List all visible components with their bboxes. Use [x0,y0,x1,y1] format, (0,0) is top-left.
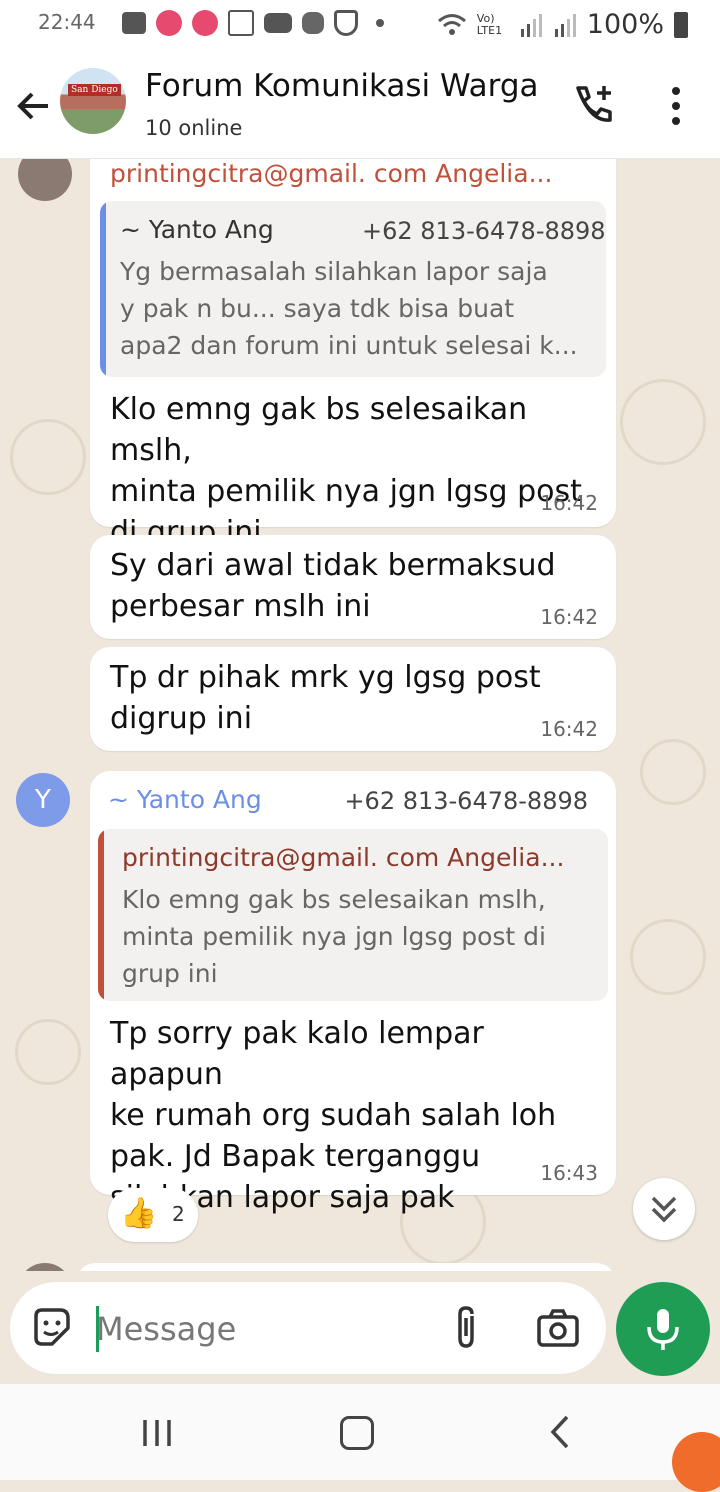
message-line: Tp dr pihak mrk yg lgsg post [110,660,541,695]
camera-icon[interactable] [536,1308,580,1348]
app-notification-icon [156,10,182,36]
home-icon[interactable] [340,1416,374,1450]
quote-line: minta pemilik nya jgn lgsg post di [122,922,546,951]
youtube-icon [264,13,292,33]
quoted-message[interactable]: printingcitra@gmail. com Angelia... Klo … [98,829,608,1001]
quote-line: grup ini [122,959,218,988]
message-text: Sy dari awal tidak bermaksud perbesar ms… [110,545,590,627]
sticker-icon[interactable] [30,1306,72,1348]
mic-icon [647,1309,679,1350]
status-right: Vo) LTE1 100% [437,9,688,40]
quote-line: y pak n bu... saya tdk bisa buat [120,294,515,323]
message-bubble[interactable] [76,1263,616,1271]
message-notification-icon [122,12,146,34]
status-time: 22:44 [38,10,96,34]
message-time: 16:42 [540,605,598,629]
reaction-badge[interactable]: 👍 2 [108,1188,198,1242]
message-time: 16:43 [540,1161,598,1185]
quote-sender: printingcitra@gmail. com Angelia... [122,843,565,872]
notification-icons [122,10,384,36]
message-line: Klo emng gak bs selesaikan mslh, [110,392,528,468]
message-time: 16:42 [540,717,598,741]
message-line: Tp sorry pak kalo lempar apapun [110,1016,484,1092]
signal-icon [520,13,542,37]
quote-line: Klo emng gak bs selesaikan mslh, [122,885,546,914]
group-title[interactable]: Forum Komunikasi Warga [145,68,539,104]
message-composer [10,1282,606,1374]
floating-app-icon[interactable] [672,1432,720,1492]
message-text: Tp sorry pak kalo lempar apapun ke rumah… [110,1013,600,1218]
dot-icon [376,19,384,27]
thumbs-up-icon: 👍 [120,1196,158,1231]
quote-text: Klo emng gak bs selesaikan mslh, minta p… [122,881,602,992]
shield-icon [334,10,358,36]
signal-icon [554,13,576,37]
online-count: 10 online [145,116,243,140]
background-doodle [640,739,706,805]
message-line: ke rumah org sudah salah loh [110,1098,557,1133]
quote-phone: +62 813-6478-8898 [362,217,606,245]
quote-sender: ~ Yanto Ang [120,215,274,244]
background-doodle [15,1019,81,1085]
avatar-sign: San Diego [68,84,121,96]
phone-plus-icon[interactable] [570,82,616,128]
background-doodle [630,919,706,995]
message-time: 16:42 [540,491,598,515]
message-bubble[interactable]: Sy dari awal tidak bermaksud perbesar ms… [90,535,616,639]
message-line: pak. Jd Bapak terganggu [110,1139,481,1174]
scroll-down-button[interactable] [633,1178,695,1240]
background-doodle [10,419,86,495]
background-doodle [620,379,706,465]
message-line: digrup ini [110,701,253,736]
message-bubble[interactable]: Tp dr pihak mrk yg lgsg post digrup ini … [90,647,616,751]
reaction-count: 2 [172,1202,185,1226]
message-input[interactable] [96,1306,426,1352]
arrow-left-icon[interactable] [14,86,54,126]
message-bubble[interactable]: printingcitra@gmail. com Angelia... ~ Ya… [90,159,616,550]
chat-header: San Diego Forum Komunikasi Warga 10 onli… [0,52,720,159]
quote-bar [98,829,104,1001]
mic-button[interactable] [616,1282,710,1376]
more-vertical-icon[interactable] [666,86,686,126]
paperclip-icon[interactable] [450,1304,484,1352]
quote-line: Yg bermasalah silahkan lapor saja [120,257,548,286]
sender-avatar[interactable] [18,159,72,201]
message-text: Tp dr pihak mrk yg lgsg post digrup ini [110,657,590,739]
quote-text: Yg bermasalah silahkan lapor saja y pak … [120,253,600,364]
network-label: Vo) LTE1 [476,11,503,37]
sender-name[interactable]: ~ Yanto Ang [108,785,262,814]
quote-line: apa2 dan forum ini untuk selesai k... [120,331,578,360]
sender-phone: +62 813-6478-8898 [344,787,588,815]
robot-icon [302,12,324,34]
recent-apps-icon[interactable] [140,1416,174,1450]
chat-area[interactable]: printingcitra@gmail. com Angelia... ~ Ya… [0,159,720,1271]
message-bubble[interactable]: ~ Yanto Ang +62 813-6478-8898 printingci… [90,771,616,1215]
sender-avatar[interactable] [18,1263,72,1271]
wifi-icon [437,13,466,35]
quoted-message[interactable]: ~ Yanto Ang +62 813-6478-8898 Yg bermasa… [100,201,606,377]
back-nav-icon[interactable] [545,1414,575,1450]
avatar-letter: Y [35,785,51,815]
message-line: Sy dari awal tidak bermaksud [110,548,556,583]
status-bar: 22:44 Vo) LTE1 100% [0,0,720,52]
chevron-double-down-icon [651,1196,677,1223]
sender-name[interactable]: printingcitra@gmail. com Angelia... [110,159,552,188]
gift-icon [228,10,254,36]
battery-icon [674,11,688,38]
message-line: perbesar mslh ini [110,589,371,624]
app-notification-icon [192,10,218,36]
quote-bar [100,201,106,377]
message-line: minta pemilik nya jgn lgsg post [110,474,582,509]
battery-percentage: 100% [586,9,664,40]
text-cursor [96,1306,99,1352]
system-nav-bar [0,1384,720,1480]
sender-avatar[interactable]: Y [16,773,70,827]
message-text: Klo emng gak bs selesaikan mslh, minta p… [110,389,600,553]
group-avatar[interactable]: San Diego [60,68,126,134]
